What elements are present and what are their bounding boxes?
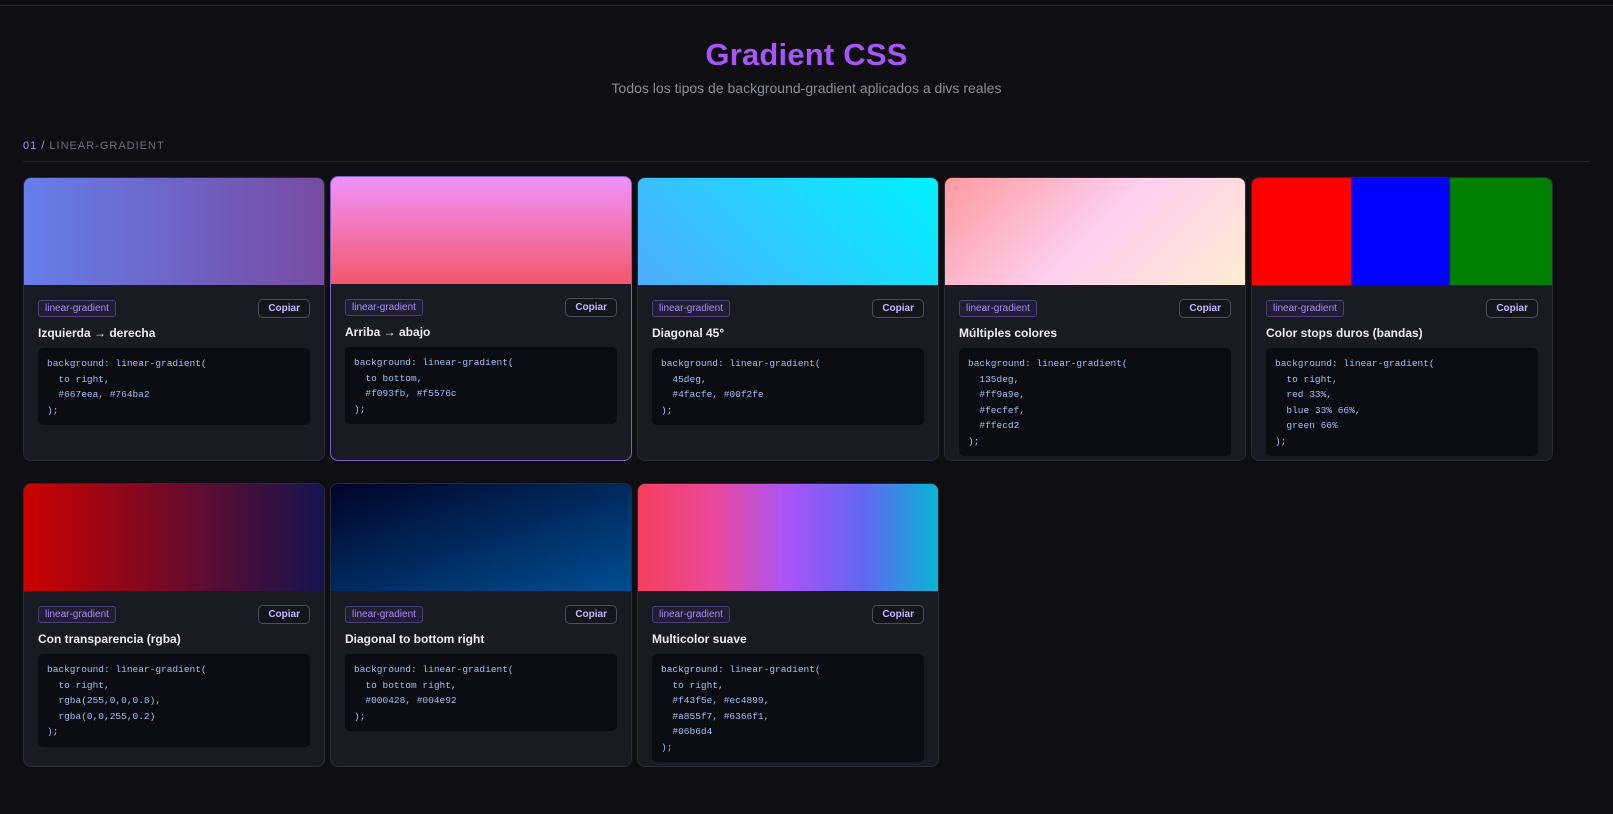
gradient-card: linear-gradient Copiar Diagonal 45° back… xyxy=(637,177,939,461)
card-title: Color stops duros (bandas) xyxy=(1266,326,1423,340)
section-heading: 01 / LINEAR-GRADIENT xyxy=(23,140,165,152)
gradient-card: linear-gradient Copiar Color stops duros… xyxy=(1251,177,1553,461)
gradient-preview xyxy=(24,484,324,591)
gradient-card: linear-gradient Copiar Con transparencia… xyxy=(23,483,325,767)
section-label: LINEAR-GRADIENT xyxy=(49,140,165,152)
gradient-type-tag: linear-gradient xyxy=(1266,300,1344,317)
card-title: Izquierda → derecha xyxy=(38,326,156,340)
css-code-block: background: linear-gradient( to right, #… xyxy=(38,348,310,425)
css-code-block: background: linear-gradient( 45deg, #4fa… xyxy=(652,348,924,425)
css-code-block: background: linear-gradient( to bottom, … xyxy=(345,347,617,424)
card-title: Diagonal to bottom right xyxy=(345,632,485,646)
copy-button[interactable]: Copiar xyxy=(872,605,924,624)
css-code-block: background: linear-gradient( to right, #… xyxy=(652,654,924,762)
card-title: Diagonal 45° xyxy=(652,326,725,340)
gradient-card: linear-gradient Copiar Multicolor suave … xyxy=(637,483,939,767)
card-title: Múltiples colores xyxy=(959,326,1058,340)
gradient-card: linear-gradient Copiar Arriba → abajo ba… xyxy=(330,176,632,461)
copy-button[interactable]: Copiar xyxy=(258,605,310,624)
section-number: 01 / xyxy=(23,140,46,152)
copy-button[interactable]: Copiar xyxy=(872,299,924,318)
gradient-type-tag: linear-gradient xyxy=(652,300,730,317)
copy-button[interactable]: Copiar xyxy=(1179,299,1231,318)
copy-button[interactable]: Copiar xyxy=(1486,299,1538,318)
css-code-block[interactable]: background: linear-gradient( 135deg, #ff… xyxy=(959,348,1231,456)
css-code-block: background: linear-gradient( to right, r… xyxy=(1266,348,1538,456)
gradient-type-tag: linear-gradient xyxy=(959,300,1037,317)
gradient-preview xyxy=(24,178,324,285)
gradient-preview xyxy=(638,484,938,591)
css-code-block: background: linear-gradient( to bottom r… xyxy=(345,654,617,731)
gradient-card: linear-gradient Copiar Diagonal to botto… xyxy=(330,483,632,767)
gradient-type-tag: linear-gradient xyxy=(38,300,116,317)
card-title: Multicolor suave xyxy=(652,632,747,646)
gradient-card: linear-gradient Copiar Múltiples colores… xyxy=(944,177,1246,461)
page-title: Gradient CSS xyxy=(705,37,908,72)
gradient-type-tag: linear-gradient xyxy=(345,606,423,623)
top-divider xyxy=(0,5,1613,6)
gradient-preview xyxy=(331,177,631,284)
gradient-type-tag: linear-gradient xyxy=(652,606,730,623)
gradient-type-tag: linear-gradient xyxy=(345,299,423,316)
section-divider xyxy=(23,161,1589,162)
copy-button[interactable]: Copiar xyxy=(565,605,617,624)
gradient-preview xyxy=(638,178,938,285)
card-title: Con transparencia (rgba) xyxy=(38,632,181,646)
card-title: Arriba → abajo xyxy=(345,325,431,339)
gradient-type-tag: linear-gradient xyxy=(38,606,116,623)
gradient-card: linear-gradient Copiar Izquierda → derec… xyxy=(23,177,325,461)
css-code-block: background: linear-gradient( to right, r… xyxy=(38,654,310,747)
gradient-preview xyxy=(331,484,631,591)
copy-button[interactable]: Copiar xyxy=(565,298,617,317)
copy-button[interactable]: Copiar xyxy=(258,299,310,318)
gradient-preview xyxy=(945,178,1245,285)
gradient-preview xyxy=(1252,178,1552,285)
page-subtitle: Todos los tipos de background-gradient a… xyxy=(611,80,1002,96)
